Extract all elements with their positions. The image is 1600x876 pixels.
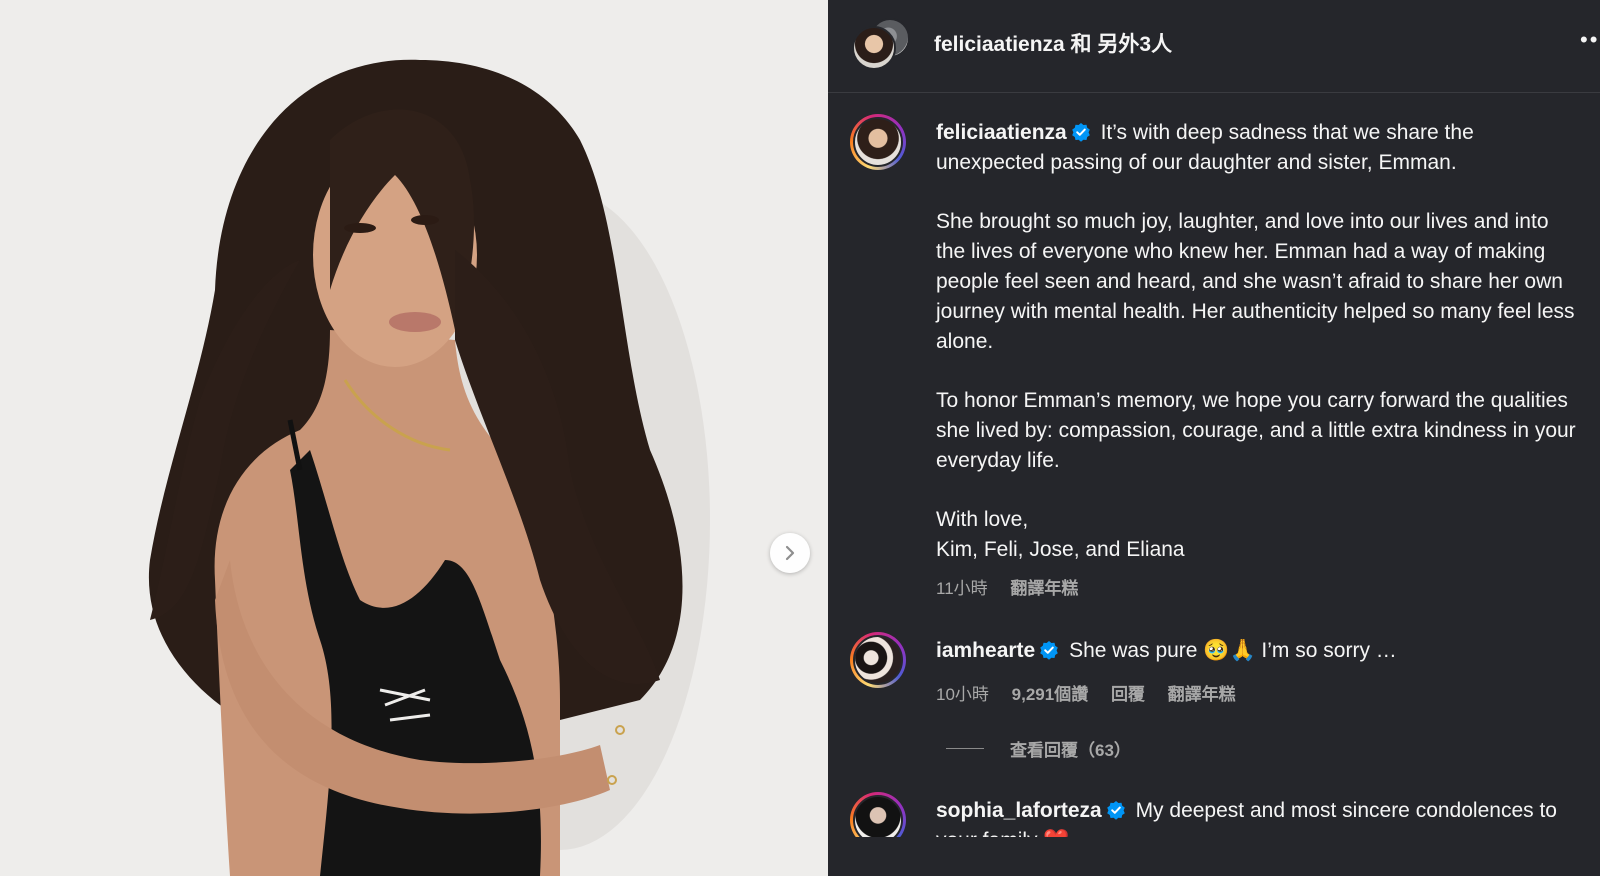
verified-badge-icon <box>1040 641 1059 660</box>
view-replies-button[interactable]: 查看回覆（63） <box>946 736 1131 761</box>
translate-link[interactable]: 翻譯年糕 <box>1010 579 1078 598</box>
next-media-button[interactable] <box>770 533 810 573</box>
caption-author-avatar[interactable] <box>850 114 906 170</box>
caption-meta: 11小時 翻譯年糕 <box>936 574 1096 599</box>
translate-link[interactable]: 翻譯年糕 <box>1168 685 1236 704</box>
caption-timestamp[interactable]: 11小時 <box>936 579 988 598</box>
more-horizontal-icon: •• <box>1580 27 1600 52</box>
caption-username[interactable]: feliciaatienza <box>936 121 1067 144</box>
divider <box>946 748 984 749</box>
post-photo <box>0 0 828 876</box>
verified-badge-icon <box>1071 123 1090 142</box>
reply-button[interactable]: 回覆 <box>1111 685 1145 704</box>
comment-username[interactable]: sophia_laforteza <box>936 799 1102 822</box>
comment-timestamp[interactable]: 10小時 <box>936 685 989 704</box>
caption-signoff-names: Kim, Feli, Jose, and Eliana <box>936 538 1185 561</box>
comment-text: iamhearte She was pure 🥹🙏 I’m so sorry … <box>936 636 1576 666</box>
post-header: feliciaatienza 和 另外3人 •• <box>828 0 1600 93</box>
post-author-title[interactable]: feliciaatienza 和 另外3人 <box>934 28 1172 58</box>
caption-signoff: With love, <box>936 508 1029 531</box>
caption-paragraph: To honor Emman’s memory, we hope you car… <box>936 389 1576 472</box>
post-media[interactable] <box>0 0 828 876</box>
comment-author-avatar[interactable] <box>850 632 906 688</box>
collab-avatars[interactable] <box>852 18 910 74</box>
avatar <box>852 26 896 70</box>
comment-meta: 10小時 9,291個讚 回覆 翻譯年糕 <box>936 680 1254 705</box>
scroll-clip <box>828 837 1600 876</box>
comment-likes[interactable]: 9,291個讚 <box>1012 685 1089 704</box>
verified-badge-icon <box>1106 801 1125 820</box>
view-replies-label: 查看回覆（63） <box>1010 741 1131 760</box>
post-details-panel: feliciaatienza 和 另外3人 •• feliciaatienza … <box>828 0 1600 876</box>
chevron-right-icon <box>785 545 795 561</box>
caption-paragraph: She brought so much joy, laughter, and l… <box>936 210 1575 353</box>
comment-body: She was pure 🥹🙏 I’m so sorry … <box>1069 639 1397 662</box>
caption-text: feliciaatienza It’s with deep sadness th… <box>936 118 1576 565</box>
comment-username[interactable]: iamhearte <box>936 639 1035 662</box>
more-options-button[interactable]: •• <box>1580 27 1600 54</box>
